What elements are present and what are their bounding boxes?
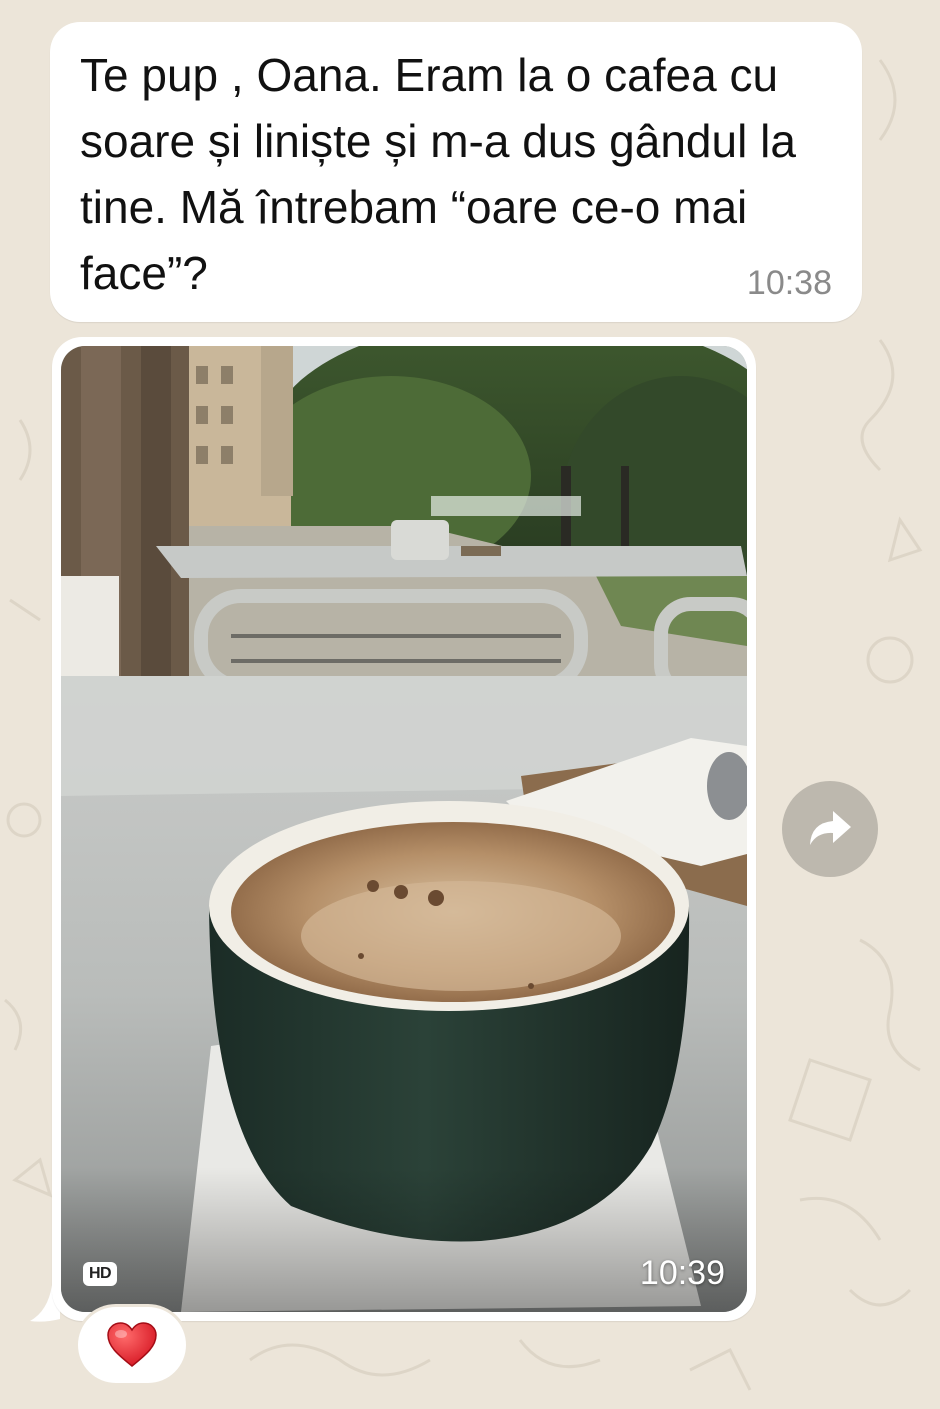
forward-arrow-icon: [810, 811, 851, 845]
heart-icon: [107, 1322, 157, 1367]
message-timestamp: 10:38: [746, 264, 832, 302]
coffee-photo[interactable]: HD 10:39: [61, 346, 747, 1312]
incoming-text-message[interactable]: Te pup , Oana. Eram la o cafea cu soare …: [50, 22, 862, 322]
hd-badge: HD: [83, 1262, 117, 1286]
incoming-photo-message[interactable]: HD 10:39: [52, 337, 756, 1321]
heart-reaction[interactable]: [78, 1307, 186, 1383]
forward-button[interactable]: [782, 781, 878, 877]
photo-image: [61, 346, 747, 1312]
photo-timestamp: 10:39: [639, 1254, 725, 1292]
message-text: Te pup , Oana. Eram la o cafea cu soare …: [80, 49, 809, 299]
